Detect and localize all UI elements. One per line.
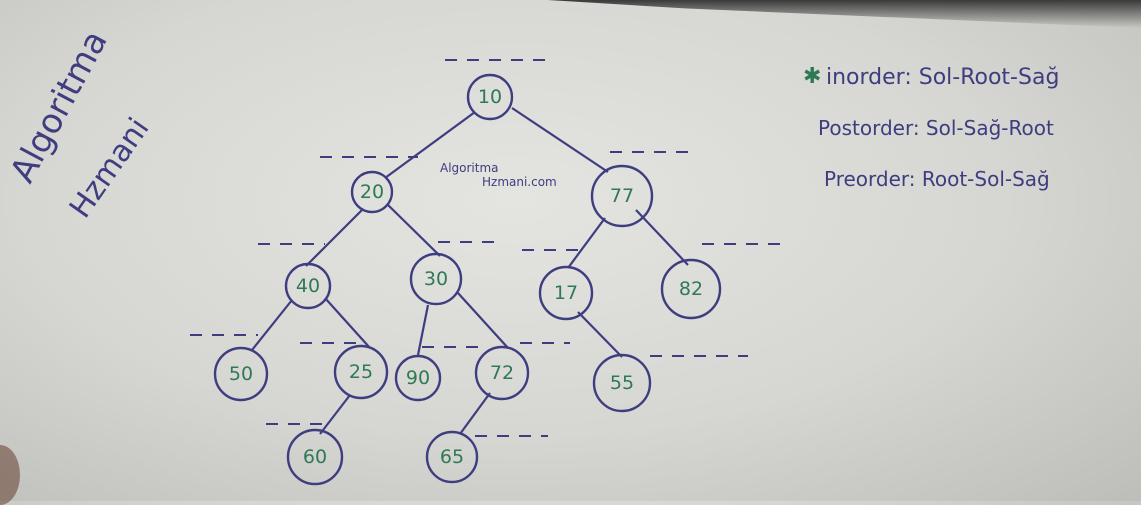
edge-30-72: [457, 292, 509, 349]
tree-node: 55: [592, 353, 652, 413]
tree-node: 50: [213, 346, 269, 402]
tree-node: 77: [590, 164, 654, 228]
edge-40-50: [251, 299, 293, 351]
edge-25-60: [319, 394, 351, 435]
preorder-note: Preorder: Root-Sol-Sağ: [824, 167, 1050, 191]
node-label: 25: [349, 361, 373, 383]
node-label: 10: [478, 86, 502, 108]
node-label: 20: [360, 181, 384, 203]
whiteboard-diagram: Algoritma Hzmani Algoritma Hzmani.com 10…: [3, 24, 1059, 486]
tree-node: 20: [350, 170, 394, 214]
tree-node: 72: [474, 345, 530, 401]
edge-20-40: [305, 209, 363, 267]
node-label: 82: [679, 278, 703, 300]
node-label: 60: [303, 446, 327, 468]
tree-node: 30: [409, 252, 463, 306]
node-label: 40: [296, 275, 320, 297]
node-label: 17: [554, 282, 578, 304]
node-label: 77: [610, 185, 634, 207]
edge-10-77: [511, 107, 609, 173]
edge-77-17: [567, 217, 606, 269]
tree-node: 90: [394, 354, 442, 402]
tree-watermark-line1: Algoritma: [440, 161, 499, 175]
node-label: 55: [610, 372, 634, 394]
node-label: 90: [406, 367, 430, 389]
edge-72-65: [459, 392, 491, 435]
edge-20-30: [387, 204, 441, 257]
tree-node: 65: [425, 430, 479, 484]
node-label: 50: [229, 363, 253, 385]
tree-watermark-line2: Hzmani.com: [482, 175, 557, 189]
star-icon: ✱: [803, 64, 821, 89]
watermark-line2: Hzmani: [63, 112, 157, 225]
tree-node: 25: [333, 344, 389, 400]
edge-17-55: [577, 311, 623, 358]
postorder-note: Postorder: Sol-Sağ-Root: [818, 116, 1054, 140]
tree-node: 82: [660, 258, 722, 320]
node-label: 72: [490, 362, 514, 384]
tree-node: 17: [538, 265, 594, 321]
node-label: 30: [424, 268, 448, 290]
edge-40-25: [324, 297, 371, 349]
tree-node: 60: [286, 428, 344, 486]
tree-node: 10: [466, 73, 514, 121]
inorder-note: inorder: Sol-Root-Sağ: [826, 65, 1059, 90]
tree-node: 40: [284, 262, 332, 310]
node-label: 65: [440, 446, 464, 468]
